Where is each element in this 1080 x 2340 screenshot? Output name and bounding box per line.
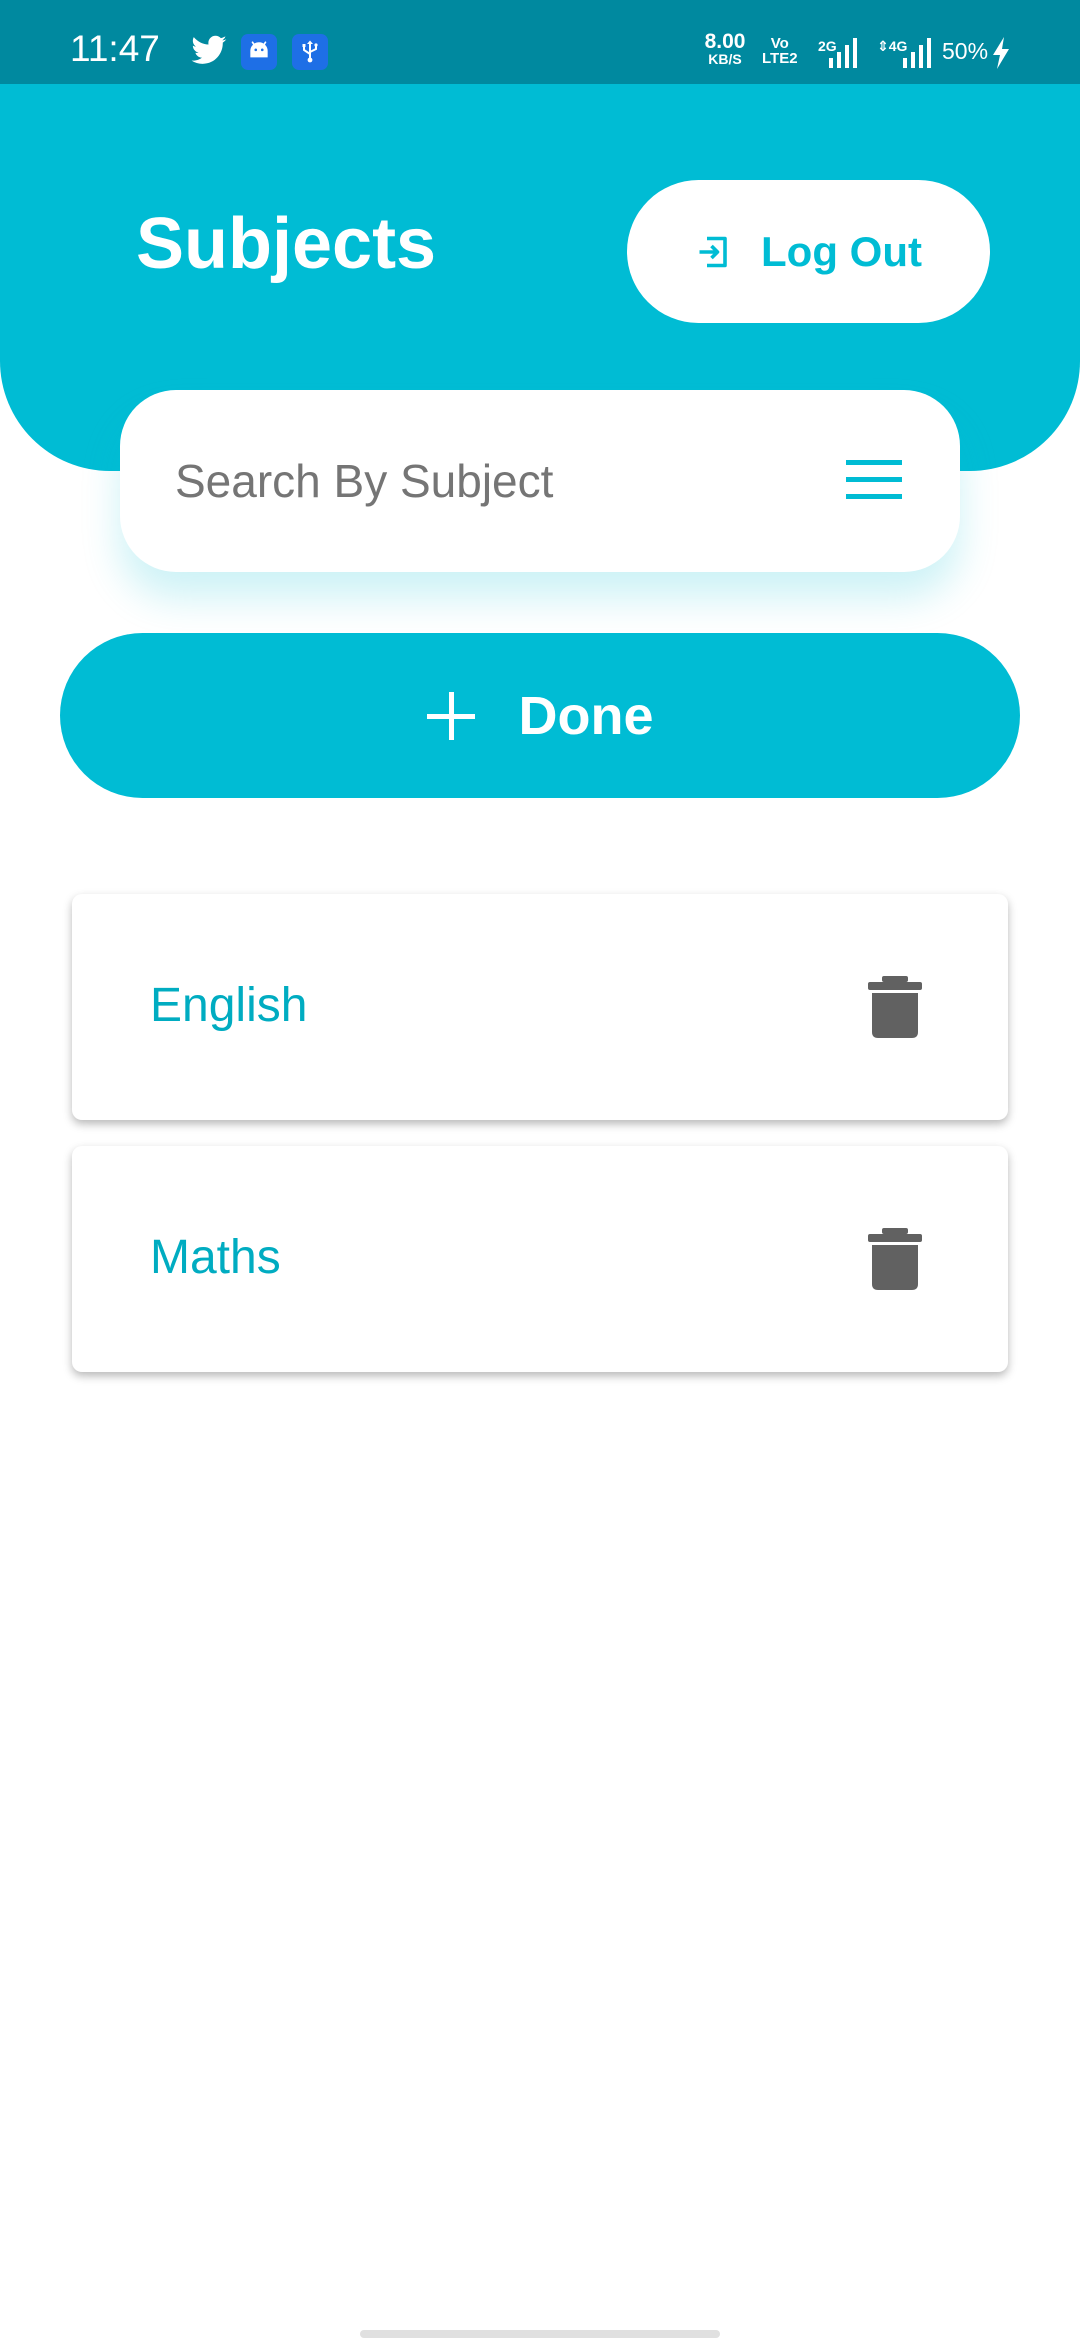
- status-bar: 11:47 8.00 KB/S Vo LTE2 2G ⇕4G 50%: [0, 0, 1080, 84]
- logout-icon: [699, 236, 727, 267]
- delete-icon[interactable]: [866, 976, 924, 1038]
- plus-icon: [426, 691, 475, 740]
- twitter-icon: [191, 35, 227, 64]
- volte-indicator: Vo LTE2: [762, 36, 798, 66]
- search-bar: [120, 390, 960, 572]
- subject-card[interactable]: English: [72, 894, 1008, 1120]
- volte-line1: Vo: [770, 35, 789, 52]
- home-indicator[interactable]: [360, 2330, 720, 2338]
- done-button[interactable]: Done: [60, 633, 1020, 798]
- network-speed-unit: KB/S: [708, 51, 742, 67]
- done-label: Done: [518, 685, 654, 746]
- menu-icon[interactable]: [846, 460, 902, 500]
- signal-icon: [903, 38, 931, 68]
- page-title: Subjects: [136, 204, 437, 284]
- charging-icon: [993, 37, 1009, 69]
- android-icon: [241, 34, 277, 70]
- subject-name: Maths: [150, 1231, 281, 1284]
- network-speed: 8.00 KB/S: [698, 31, 752, 67]
- usb-icon: [292, 34, 328, 70]
- battery-percent: 50%: [942, 38, 989, 64]
- logout-button[interactable]: Log Out: [627, 180, 990, 323]
- status-time: 11:47: [70, 28, 160, 69]
- signal-icon: [829, 38, 857, 68]
- subject-card[interactable]: Maths: [72, 1146, 1008, 1372]
- delete-icon[interactable]: [866, 1228, 924, 1290]
- volte-line2: LTE2: [762, 50, 798, 67]
- logout-label: Log Out: [761, 227, 922, 275]
- subject-name: English: [150, 979, 308, 1032]
- network-speed-value: 8.00: [704, 30, 746, 53]
- search-input[interactable]: [175, 436, 815, 526]
